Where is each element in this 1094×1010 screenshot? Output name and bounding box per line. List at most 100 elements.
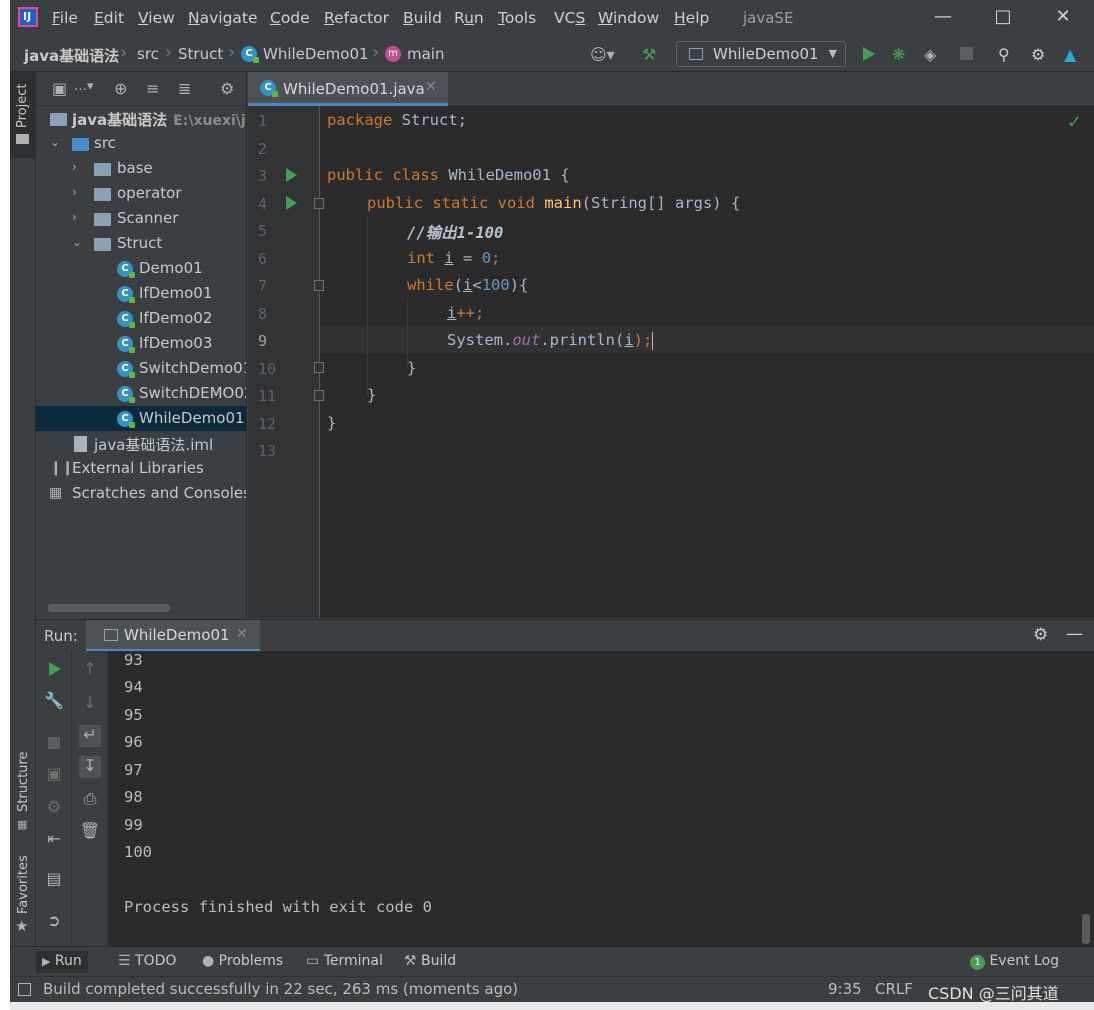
pin-icon[interactable]: ➲ — [43, 911, 65, 933]
close-icon[interactable]: ✕ — [1048, 6, 1078, 30]
stop-icon[interactable] — [960, 47, 973, 60]
run-configuration-selector[interactable]: WhileDemo01 ▼ — [676, 41, 846, 67]
wrench-icon[interactable]: 🔧 — [43, 691, 65, 713]
layout-icon[interactable]: ▤ — [43, 869, 65, 891]
rerun-icon[interactable] — [49, 662, 61, 676]
chevron-right-icon[interactable]: › — [72, 160, 77, 174]
debug-icon[interactable]: ❋ — [892, 45, 905, 64]
tree-item-src[interactable]: ⌄ src — [36, 131, 246, 156]
tree-item-operator[interactable]: › operator — [36, 181, 246, 206]
run-gutter-icon[interactable] — [286, 196, 297, 210]
build-hammer-icon[interactable]: ⚒ — [642, 45, 656, 64]
tree-item-class[interactable]: C IfDemo03 — [36, 331, 246, 356]
settings-gear-icon[interactable]: ⚙ — [220, 79, 234, 98]
tree-item-base[interactable]: › base — [36, 156, 246, 181]
menu-tools[interactable]: Tools — [498, 9, 536, 27]
view-mode-icon[interactable]: ▣ — [52, 79, 67, 98]
menu-edit[interactable]: Edit — [94, 9, 124, 27]
collapse-all-icon[interactable]: ≣ — [178, 79, 191, 98]
run-icon[interactable] — [863, 47, 875, 61]
project-tool-tab[interactable]: Project — [10, 72, 35, 158]
tool-tab-todo[interactable]: ☰ TODO — [112, 951, 182, 973]
tree-item-class[interactable]: C Demo01 — [36, 256, 246, 281]
exit-icon[interactable]: ⇤ — [43, 829, 65, 851]
tool-tab-build[interactable]: ⚒ Build — [398, 951, 462, 973]
chevron-right-icon[interactable]: › — [72, 210, 77, 224]
line-separator[interactable]: CRLF — [875, 980, 913, 998]
vertical-scrollbar[interactable] — [1082, 914, 1090, 944]
tree-item-struct[interactable]: ⌄ Struct — [36, 231, 246, 256]
plugin-icon[interactable]: ▲ — [1064, 45, 1076, 64]
view-mode-dropdown[interactable]: …▾ — [74, 79, 94, 94]
tree-item-class[interactable]: C IfDemo01 — [36, 281, 246, 306]
horizontal-scrollbar[interactable] — [48, 604, 170, 612]
scroll-down-icon[interactable]: ↓ — [79, 693, 101, 715]
toggle-tool-windows-icon[interactable] — [18, 983, 31, 996]
editor-tab-whiledemo01[interactable]: C WhileDemo01.java ✕ — [248, 72, 448, 106]
close-tab-icon[interactable]: ✕ — [425, 79, 437, 95]
close-tab-icon[interactable]: ✕ — [236, 626, 248, 642]
menu-help[interactable]: Help — [674, 9, 709, 27]
scroll-to-end-icon[interactable]: ↧ — [79, 756, 101, 778]
inspection-ok-icon[interactable]: ✓ — [1067, 112, 1082, 133]
print-icon[interactable]: ⎙ — [79, 789, 101, 811]
breadcrumb-src[interactable]: src — [137, 45, 159, 63]
breadcrumb-class[interactable]: WhileDemo01 — [263, 45, 369, 63]
code-editor[interactable]: 1 2 3 4 5 6 7 8 9 10 11 12 13 package St… — [248, 106, 1094, 618]
settings-gear-icon[interactable]: ⚙ — [1031, 45, 1045, 64]
tree-item-iml[interactable]: java基础语法.iml — [36, 431, 246, 456]
hide-panel-icon[interactable]: — — [1066, 624, 1083, 644]
chevron-right-icon[interactable]: › — [72, 185, 77, 199]
tree-item-class-selected[interactable]: C WhileDemo01 — [36, 406, 246, 431]
tree-item-class[interactable]: C IfDemo02 — [36, 306, 246, 331]
fold-marker-icon[interactable] — [314, 390, 324, 401]
caret-position[interactable]: 9:35 — [828, 980, 862, 998]
tree-item-class[interactable]: C SwitchDemo01 — [36, 356, 246, 381]
menu-run[interactable]: Run — [454, 9, 484, 27]
tool-tab-run[interactable]: ▶ Run — [36, 951, 88, 973]
fold-marker-icon[interactable] — [314, 362, 324, 373]
search-icon[interactable]: ⚲ — [998, 45, 1010, 64]
trash-icon[interactable]: 🗑 — [79, 821, 101, 843]
tree-item-scanner[interactable]: › Scanner — [36, 206, 246, 231]
fold-marker-icon[interactable] — [314, 198, 324, 209]
menu-vcs[interactable]: VCS — [554, 9, 585, 27]
run-console[interactable]: 🔧 ▣ ⚙ ⇤ ▤ ➲ ↑ ↓ ↵ ↧ ⎙ 🗑 93 94 95 96 97 9… — [36, 651, 1094, 946]
menu-navigate[interactable]: Navigate — [188, 9, 258, 27]
menu-code[interactable]: Code — [270, 9, 310, 27]
structure-tool-tab[interactable]: Structure — [16, 752, 31, 812]
tool-tab-event-log[interactable]: 1 Event Log — [964, 951, 1065, 973]
chevron-down-icon[interactable]: ⌄ — [72, 235, 82, 249]
menu-refactor[interactable]: Refactor — [324, 9, 389, 27]
status-message[interactable]: Build completed successfully in 22 sec, … — [43, 980, 518, 998]
user-icon[interactable]: ☺▾ — [590, 45, 615, 64]
run-tab-whiledemo01[interactable]: WhileDemo01 ✕ — [86, 620, 260, 652]
menu-view[interactable]: View — [138, 9, 175, 27]
menu-file[interactable]: File — [52, 9, 78, 27]
breadcrumb-project[interactable]: java基础语法 — [24, 45, 119, 66]
scroll-up-icon[interactable]: ↑ — [79, 659, 101, 681]
tree-item-project-root[interactable]: java基础语法 E:\xuexi\ja — [36, 106, 246, 131]
coverage-icon[interactable]: ◈ — [924, 45, 936, 64]
tree-item-scratches[interactable]: ▦ Scratches and Consoles — [36, 481, 246, 506]
breadcrumb-method[interactable]: main — [407, 45, 444, 63]
camera-icon[interactable]: ▣ — [43, 764, 65, 786]
fold-marker-icon[interactable] — [314, 280, 324, 291]
tree-item-class[interactable]: C SwitchDEMO02 — [36, 381, 246, 406]
tool-tab-terminal[interactable]: ▭ Terminal — [300, 951, 389, 973]
settings-gear-icon[interactable]: ⚙ — [1033, 625, 1048, 645]
gear-cluster-icon[interactable]: ⚙ — [43, 797, 65, 819]
tool-tab-problems[interactable]: ● Problems — [196, 951, 289, 973]
breadcrumb-struct[interactable]: Struct — [178, 45, 223, 63]
soft-wrap-icon[interactable]: ↵ — [79, 725, 101, 747]
favorites-tool-tab[interactable]: Favorites — [16, 855, 31, 914]
tree-item-external-libraries[interactable]: ❙❙ External Libraries — [36, 456, 246, 481]
minimize-icon[interactable]: — — [928, 6, 958, 30]
locate-icon[interactable]: ⊕ — [114, 79, 127, 98]
chevron-down-icon[interactable]: ⌄ — [50, 135, 60, 149]
run-gutter-icon[interactable] — [286, 168, 297, 182]
stop-icon[interactable] — [48, 737, 60, 749]
menu-build[interactable]: Build — [403, 9, 442, 27]
maximize-icon[interactable]: □ — [988, 6, 1018, 30]
menu-window[interactable]: Window — [598, 9, 659, 27]
